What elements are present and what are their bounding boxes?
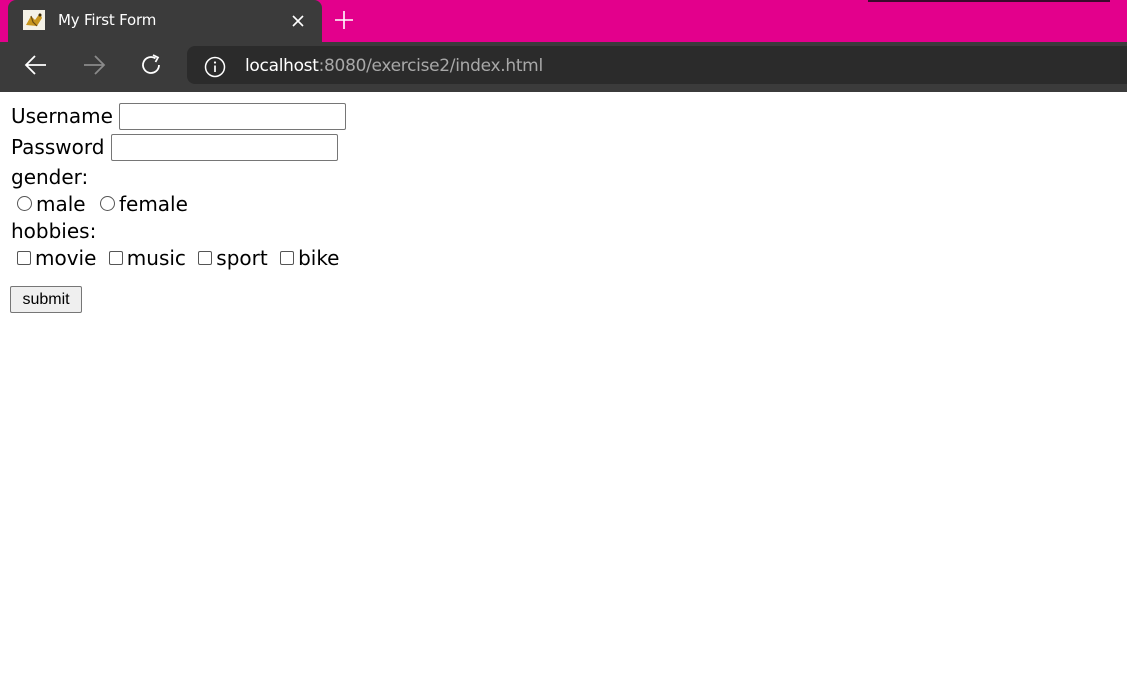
browser-toolbar: localhost:8080/exercise2/index.html	[0, 42, 1127, 88]
hobbies-label: hobbies:	[11, 219, 97, 243]
password-row: Password	[11, 134, 338, 161]
forward-arrow-icon[interactable]	[80, 51, 108, 79]
back-arrow-icon[interactable]	[22, 51, 50, 79]
username-label: Username	[11, 104, 113, 128]
refresh-icon[interactable]	[137, 51, 165, 79]
plus-icon[interactable]	[332, 8, 356, 32]
hobby-movie-checkbox[interactable]	[17, 250, 31, 265]
hobby-movie-label: movie	[35, 246, 97, 270]
info-icon[interactable]	[204, 56, 226, 78]
gender-male-label: male	[36, 192, 86, 216]
tab-title: My First Form	[58, 11, 157, 29]
username-row: Username	[11, 103, 347, 130]
gender-female-label: female	[118, 192, 188, 216]
close-icon[interactable]	[288, 11, 308, 31]
tab-strip: My First Form	[0, 0, 1127, 42]
submit-button[interactable]: submit	[10, 286, 82, 313]
hobby-music-label: music	[126, 246, 186, 270]
hobby-sport-checkbox[interactable]	[198, 250, 213, 265]
tab-favicon-icon	[23, 10, 45, 30]
hobby-sport-label: sport	[216, 246, 268, 270]
hobby-music-checkbox[interactable]	[108, 250, 123, 265]
gender-heading-row: gender:	[11, 164, 88, 190]
page-content: Username Password gender: male female ho…	[0, 92, 1127, 682]
hobbies-options-row: movie music sport bike	[17, 245, 340, 271]
gender-label: gender:	[11, 165, 89, 189]
hobby-bike-label: bike	[298, 246, 340, 270]
gender-male-radio[interactable]	[17, 196, 32, 211]
url-text[interactable]: localhost:8080/exercise2/index.html	[245, 56, 543, 76]
active-tab[interactable]: My First Form	[8, 0, 322, 42]
password-input[interactable]	[110, 134, 338, 161]
tab-strip-edge	[868, 0, 1110, 2]
username-input[interactable]	[119, 103, 347, 130]
url-path: :8080/exercise2/index.html	[318, 56, 544, 76]
gender-female-radio[interactable]	[99, 196, 115, 211]
hobbies-heading-row: hobbies:	[11, 218, 96, 244]
password-label: Password	[11, 135, 105, 159]
hobby-bike-checkbox[interactable]	[280, 250, 295, 265]
url-host: localhost	[245, 56, 319, 76]
gender-options-row: male female	[17, 191, 188, 217]
address-bar[interactable]: localhost:8080/exercise2/index.html	[187, 46, 1127, 84]
